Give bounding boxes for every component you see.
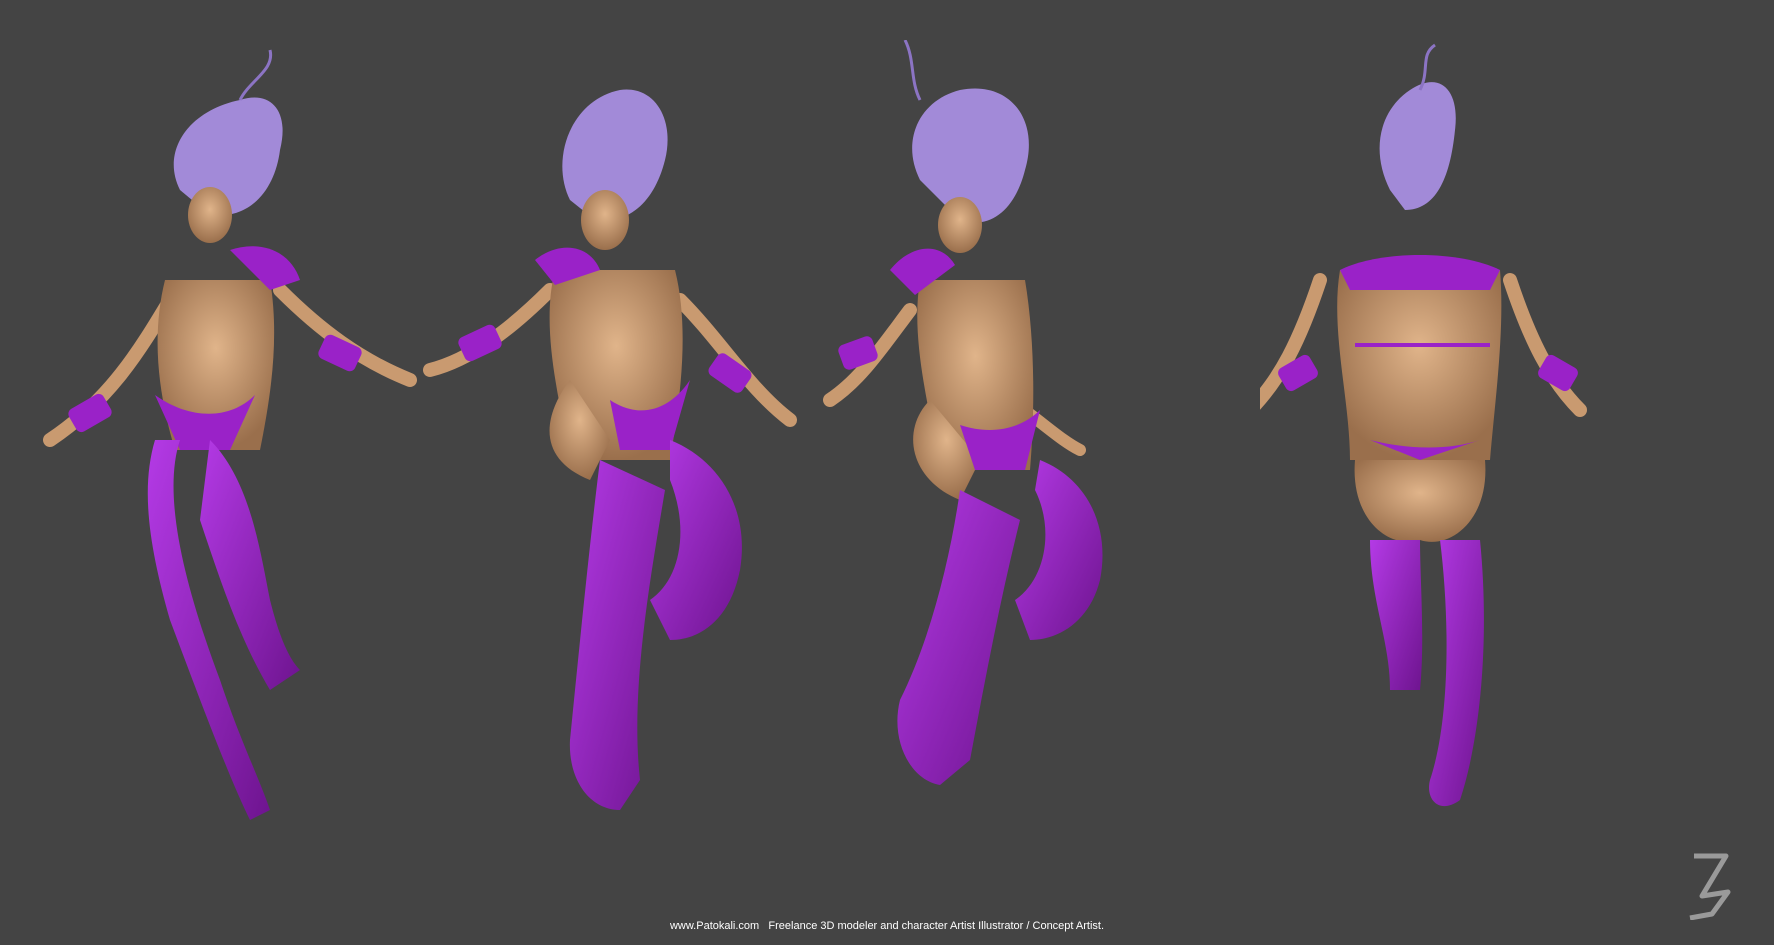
character-view-1 [30,40,450,890]
head [581,190,629,250]
hair [173,97,283,216]
character-figure-4 [1260,43,1587,807]
head [938,197,982,253]
footer-site: www.Patokali.com [669,920,760,932]
back-torso [1337,270,1502,460]
character-figure-1 [43,49,417,820]
boot-right [1015,460,1103,640]
boot-left [1370,540,1423,690]
character-figure-2 [423,89,797,810]
left-arm [43,293,177,447]
bracer-right [318,334,362,372]
footer-tagline: Freelance 3D modeler and character Artis… [768,920,1105,932]
boot-right [1429,540,1484,807]
signature-glyph-icon [1682,848,1738,921]
glutes [1354,460,1486,542]
right-arm [673,293,797,427]
footer-credits: www.Patokali.com Freelance 3D modeler an… [0,920,1774,932]
boot-right [650,440,742,640]
character-figure-3 [823,40,1103,785]
character-view-3 [810,40,1230,890]
render-canvas: www.Patokali.com Freelance 3D modeler an… [0,0,1774,945]
character-view-2 [420,40,840,890]
character-view-4 [1260,40,1680,890]
bracer-right [708,353,752,393]
boot-left [569,460,665,810]
boot-left [897,490,1020,785]
hair [1379,82,1456,210]
boot-right [200,440,300,690]
right-arm [1503,273,1587,417]
head [188,187,232,243]
shoulder-armor [1340,255,1500,290]
